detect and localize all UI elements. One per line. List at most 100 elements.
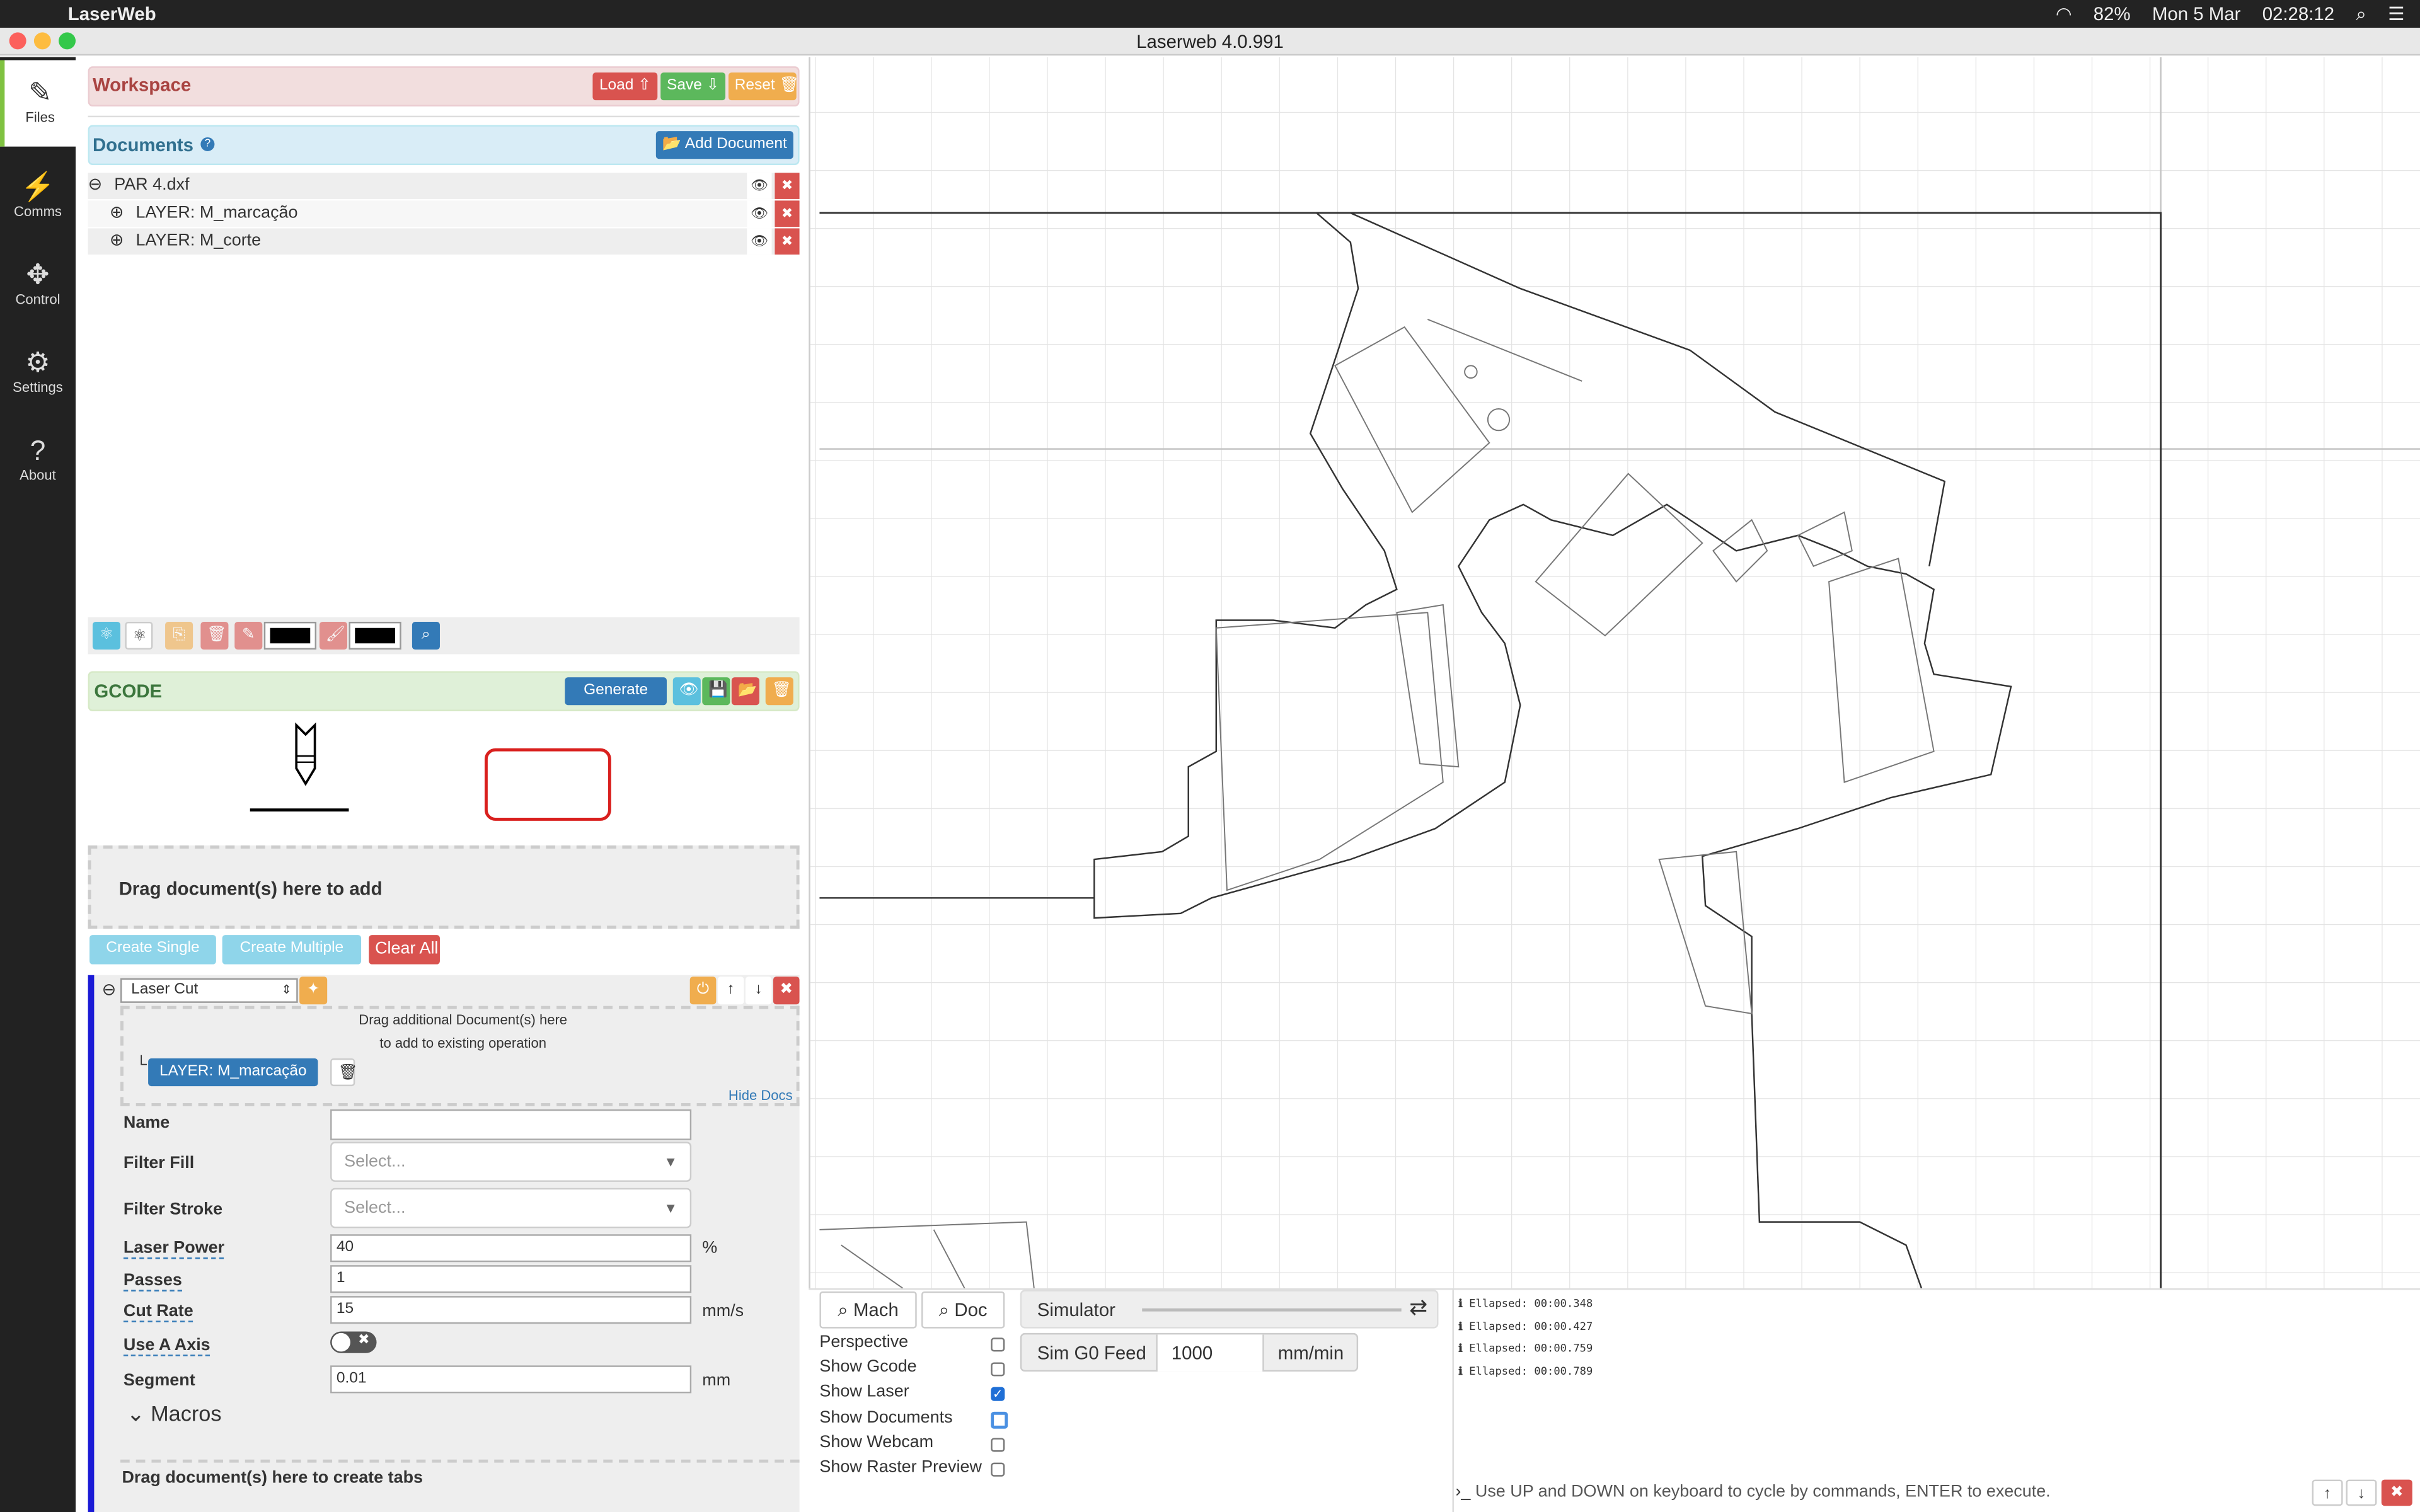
divider [88,115,800,118]
console-input[interactable]: ›_ Use UP and DOWN on keyboard to cycle … [1455,1478,2304,1506]
operation-doc-tag[interactable]: LAYER: M_marcação [148,1058,318,1087]
doc-row-layer[interactable]: ⊕ LAYER: M_corte 👁 ✖ [88,228,800,255]
show-webcam-checkbox[interactable] [991,1438,1005,1452]
operation-docs-drop-zone[interactable]: Drag additional Document(s) here to add … [120,1005,800,1106]
laser-power-label[interactable]: Laser Power [123,1239,225,1259]
perspective-checkbox[interactable] [991,1337,1005,1352]
name-input[interactable] [330,1109,692,1140]
remove-icon[interactable]: ✖ [775,173,800,199]
move-down-icon[interactable]: ↓ [745,976,772,1005]
cut-rate-input[interactable]: 15 [330,1296,692,1324]
eye-icon[interactable]: 👁 [747,173,772,199]
magic-wand-icon[interactable]: ✦ [299,976,328,1005]
save-gcode-icon[interactable]: 💾 [702,677,730,706]
select-all-icon[interactable]: ⚛ [92,621,121,650]
load-button[interactable]: Load ⇧ [592,72,658,101]
hide-docs-link[interactable]: Hide Docs [729,1088,793,1103]
eye-icon[interactable]: 👁 [747,228,772,255]
add-drop-zone[interactable]: Drag document(s) here to add [88,845,800,929]
cut-rate-label[interactable]: Cut Rate [123,1302,193,1322]
fill-color-swatch[interactable] [349,621,401,650]
passes-input[interactable]: 1 [330,1265,692,1293]
nav-settings[interactable]: ⚙ Settings [0,330,76,416]
help-icon[interactable]: ? [200,137,215,152]
laser-power-input[interactable]: 40 [330,1234,692,1263]
segment-input[interactable]: 0.01 [330,1365,692,1394]
clear-console-icon[interactable]: ✖ [2381,1479,2412,1506]
expand-icon[interactable]: ⊕ [110,228,124,255]
wifi-icon[interactable]: ◠ [2056,3,2072,25]
remove-icon[interactable]: ✖ [775,200,800,227]
eye-icon[interactable]: 👁 [747,200,772,227]
console-hint: Use UP and DOWN on keyboard to cycle by … [1475,1482,2051,1501]
workspace-header: Workspace Load ⇧ Save ⇩ Reset 🗑 [88,66,800,106]
show-documents-label: Show Documents [819,1408,953,1428]
remove-operation-icon[interactable]: ✖ [773,976,800,1005]
zoom-window-button[interactable] [59,32,76,50]
doc-row-layer[interactable]: ⊕ LAYER: M_marcação 👁 ✖ [88,200,800,227]
filter-fill-select[interactable]: Select... ▼ [330,1142,692,1182]
show-laser-checkbox[interactable]: ✓ [991,1387,1005,1401]
create-multiple-button[interactable]: Create Multiple [222,935,362,965]
clear-gcode-icon[interactable]: 🗑 [765,677,793,706]
passes-label[interactable]: Passes [123,1271,182,1292]
add-document-button[interactable]: 📂 Add Document [655,131,793,159]
power-icon[interactable]: ⏻ [689,976,717,1005]
history-down-icon[interactable]: ↓ [2346,1479,2377,1506]
save-button[interactable]: Save ⇩ [660,72,726,101]
macros-toggle[interactable]: ⌄ Macros [127,1401,222,1428]
minimize-window-button[interactable] [33,32,51,50]
show-gcode-checkbox[interactable] [991,1362,1005,1377]
nav-label: Files [25,109,55,125]
menu-icon[interactable]: ☰ [2388,3,2404,25]
close-window-button[interactable] [9,32,26,50]
app-menu[interactable]: LaserWeb [68,3,156,25]
move-up-icon[interactable]: ↑ [717,976,744,1005]
view-gcode-icon[interactable]: 👁 [672,677,701,706]
nav-comms[interactable]: ⚡ Comms [0,154,76,241]
brush-icon[interactable]: 🖌 [319,621,348,650]
doc-label: PAR 4.dxf [114,176,190,195]
laser-head-icon [250,722,349,812]
stroke-color-swatch[interactable] [263,621,317,650]
use-a-axis-toggle[interactable]: ✖ [330,1331,377,1353]
remove-icon[interactable]: ✖ [775,228,800,255]
search-icon[interactable]: ⌕ [2356,3,2366,26]
history-up-icon[interactable]: ↑ [2312,1479,2343,1506]
use-a-axis-label[interactable]: Use A Axis [123,1336,210,1356]
swap-arrows-icon[interactable]: ⇄ [1402,1295,1436,1326]
show-documents-checkbox[interactable] [991,1411,1008,1429]
tree-branch-icon: └ [135,1057,147,1074]
nav-about[interactable]: ? About [0,418,76,505]
copy-icon[interactable]: ⎘ [165,621,193,650]
select-none-icon[interactable]: ⚛ [125,621,153,650]
doc-label: LAYER: M_marcação [135,203,298,222]
collapse-operation-icon[interactable]: ⊖ [102,980,117,1000]
show-raster-preview-checkbox[interactable] [991,1462,1005,1477]
nav-label: Settings [13,379,63,395]
trash-icon[interactable]: 🗑 [200,621,229,650]
perspective-label: Perspective [819,1332,909,1352]
mach-view-button[interactable]: ⌕ Mach [819,1291,917,1329]
tabs-drop-zone[interactable]: Drag document(s) here to create tabs [120,1459,800,1512]
expand-icon[interactable]: ⊕ [110,200,124,227]
clear-all-button[interactable]: Clear All [369,935,440,965]
open-gcode-icon[interactable]: 📂 [731,677,759,706]
doc-row-file[interactable]: ⊖ PAR 4.dxf 👁 ✖ [88,173,800,199]
operation-type-select[interactable]: Laser Cut ⇕ [120,978,298,1003]
filter-stroke-select[interactable]: Select... ▼ [330,1188,692,1228]
workspace-canvas[interactable] [809,57,2420,1288]
generate-button[interactable]: Generate [565,677,667,706]
create-single-button[interactable]: Create Single [89,935,216,965]
reset-button[interactable]: Reset 🗑 [728,72,799,101]
nav-files[interactable]: ✎ Files [0,60,76,147]
zoom-icon[interactable]: ⌕ [412,621,440,650]
nav-control[interactable]: ✥ Control [0,242,76,328]
simulator-slider[interactable] [1142,1308,1402,1312]
doc-view-button[interactable]: ⌕ Doc [921,1291,1005,1329]
battery-label[interactable]: 82% [2094,3,2131,25]
collapse-icon[interactable]: ⊖ [88,173,103,199]
pencil-icon[interactable]: ✎ [234,621,263,650]
sim-feed-input[interactable]: 1000 [1156,1334,1264,1372]
trash-icon[interactable]: 🗑 [330,1058,357,1087]
